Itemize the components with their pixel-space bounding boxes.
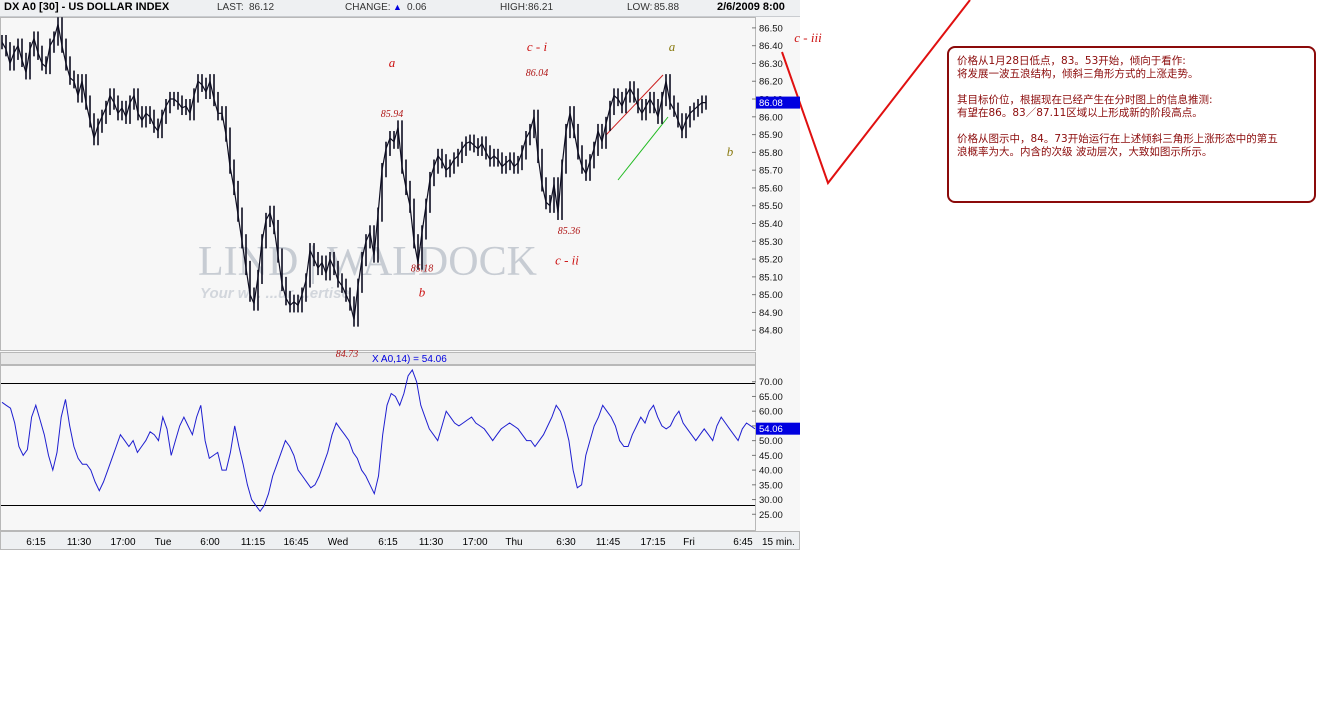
x-tick-label: 6:00 [200, 537, 220, 548]
x-axis: 6:15 11:30 17:00 Tue 6:00 11:15 16:45 Wed 6:15 11… [26, 537, 753, 548]
price-label-annotation: 84.73 [336, 349, 359, 360]
wave-label-annotation: b [727, 144, 734, 159]
x-tick-label: 17:00 [110, 537, 135, 548]
watermark-brand: LIND | WALDOCK [198, 239, 537, 285]
rsi-tick-label: 50.00 [759, 436, 783, 447]
x-tick-label: 6:30 [556, 537, 576, 548]
x-tick-label: 17:15 [640, 537, 665, 548]
wave-label-annotation: c - iii [794, 30, 822, 45]
price-tick-label: 86.50 [759, 23, 783, 34]
price-tick-label: 85.50 [759, 201, 783, 212]
wave-label-annotation: a [669, 39, 676, 54]
interval-label: 15 min. [762, 537, 795, 548]
last-rsi-label: 54.06 [759, 424, 783, 435]
rsi-tick-label: 25.00 [759, 510, 783, 521]
note-paragraph-3: 价格从图示中，84。73开始运行在上述倾斜三角形上涨形态中的第五 浪概率为大。内… [957, 133, 1278, 158]
x-tick-label: 11:30 [419, 537, 444, 548]
x-tick-label: 6:45 [733, 537, 753, 548]
price-tick-label: 84.80 [759, 326, 783, 337]
x-tick-label: 11:45 [596, 537, 621, 548]
note-paragraph-1: 价格从1月28日低点，83。53开始，倾向于看作: 将发展一波五浪结构，倾斜三角… [957, 55, 1199, 80]
rsi-tick-label: 65.00 [759, 392, 783, 403]
x-tick-label: 16:45 [283, 537, 308, 548]
price-label-annotation: 86.04 [526, 68, 549, 79]
indicator-label: X A0,14) = 54.06 [372, 354, 447, 365]
wave-label-annotation: c - ii [555, 252, 579, 267]
price-tick-label: 85.20 [759, 255, 783, 266]
price-axis: 86.5086.4086.3086.2086.1086.0085.9085.80… [752, 23, 800, 337]
price-label-annotation: 85.18 [411, 264, 434, 275]
projection-path [781, 0, 971, 186]
rsi-axis: 70.0065.0060.0055.0050.0045.0040.0035.00… [752, 377, 800, 521]
price-tick-label: 85.90 [759, 130, 783, 141]
rsi-tick-label: 45.00 [759, 451, 783, 462]
price-tick-label: 86.20 [759, 77, 783, 88]
x-tick-label: Thu [505, 537, 522, 548]
rsi-tick-label: 40.00 [759, 466, 783, 477]
price-tick-label: 86.30 [759, 59, 783, 70]
price-tick-label: 85.30 [759, 237, 783, 248]
analysis-note-box: 价格从1月28日低点，83。53开始，倾向于看作: 将发展一波五浪结构，倾斜三角… [947, 46, 1316, 203]
price-plot-area [0, 17, 756, 351]
rsi-tick-label: 70.00 [759, 377, 783, 388]
wave-label-annotation: b [419, 284, 426, 299]
price-tick-label: 85.80 [759, 148, 783, 159]
x-tick-label: 11:30 [67, 537, 92, 548]
watermark-tagline: Your w... ...ur ...ertise [200, 285, 350, 302]
price-tick-label: 85.40 [759, 219, 783, 230]
x-tick-label: Tue [155, 537, 172, 548]
wave-label-annotation: a [389, 55, 396, 70]
x-tick-label: Fri [683, 537, 695, 548]
rsi-tick-label: 30.00 [759, 495, 783, 506]
x-tick-label: Wed [328, 537, 348, 548]
note-paragraph-2: 其目标价位，根据现在已经产生在分时图上的信息推测: 有望在86。83／87.11… [957, 94, 1213, 119]
last-price-label: 86.08 [759, 98, 783, 109]
price-tick-label: 85.00 [759, 290, 783, 301]
price-tick-label: 85.70 [759, 166, 783, 177]
x-tick-label: 6:15 [378, 537, 398, 548]
rsi-tick-label: 35.00 [759, 480, 783, 491]
x-tick-label: 17:00 [462, 537, 487, 548]
price-tick-label: 86.00 [759, 112, 783, 123]
price-label-annotation: 85.36 [558, 226, 581, 237]
price-label-annotation: 85.94 [381, 109, 404, 120]
wave-label-annotation: c - i [527, 39, 548, 54]
x-tick-label: 6:15 [26, 537, 46, 548]
price-tick-label: 84.90 [759, 308, 783, 319]
price-tick-label: 85.10 [759, 272, 783, 283]
rsi-tick-label: 60.00 [759, 407, 783, 418]
x-tick-label: 11:15 [241, 537, 266, 548]
price-tick-label: 86.40 [759, 41, 783, 52]
price-tick-label: 85.60 [759, 183, 783, 194]
